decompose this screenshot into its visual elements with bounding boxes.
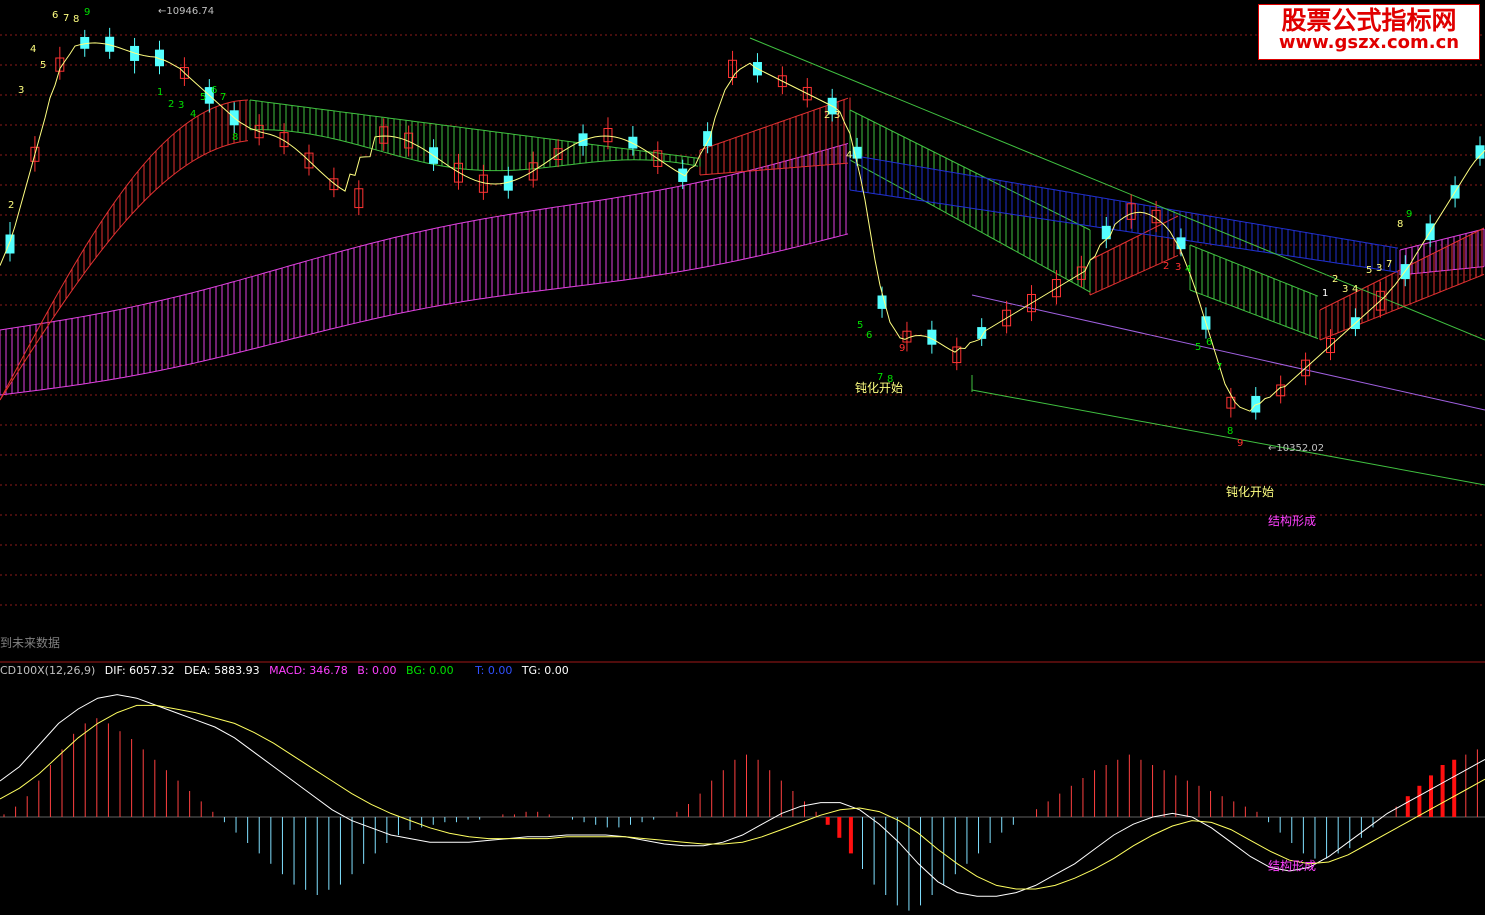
count-digit: 3 bbox=[1376, 263, 1382, 274]
price-grid bbox=[0, 34, 1485, 606]
candle-down bbox=[703, 131, 713, 147]
purple-line bbox=[971, 294, 1485, 411]
candles bbox=[5, 27, 1485, 420]
count-digit: 2 bbox=[8, 200, 14, 211]
count-digit: 4 bbox=[190, 109, 196, 120]
count-digit: 7 bbox=[1386, 259, 1392, 270]
count-digit: 5 bbox=[40, 60, 46, 71]
candle-down bbox=[1176, 237, 1186, 250]
watermark-title: 股票公式指标网 bbox=[1281, 6, 1457, 35]
candle-down bbox=[628, 136, 638, 149]
band-edge bbox=[0, 142, 849, 331]
count-digit: 2 bbox=[1332, 274, 1338, 285]
high-marker-label: ←10946.74 bbox=[158, 6, 214, 17]
magenta-band bbox=[0, 142, 849, 396]
sequence-counts: 23456 7 8912 3456782 34567 892 3 45 6789123 45 3 78… bbox=[8, 7, 1412, 449]
count-digit: 4 bbox=[1352, 284, 1358, 295]
count-digit: 9 bbox=[899, 343, 905, 354]
count-digit: 5 bbox=[1195, 342, 1201, 353]
macd-pane bbox=[0, 694, 1485, 911]
dunhua-label-1: 钝化开始 bbox=[855, 381, 903, 395]
count-digit: 3 bbox=[18, 85, 24, 96]
count-digit: 6 bbox=[1206, 337, 1212, 348]
watermark-logo: 股票公式指标网 www.gszx.com.cn bbox=[1258, 4, 1480, 60]
count-digit: 6 bbox=[866, 330, 872, 341]
band-edge bbox=[1189, 244, 1319, 297]
trend-lines bbox=[749, 37, 1485, 486]
band-edge bbox=[849, 154, 1399, 249]
band-edge bbox=[849, 189, 1399, 273]
dunhua-label-2: 钝化开始 bbox=[1226, 485, 1274, 499]
stock-chart: 23456 7 8912 3456782 34567 892 3 45 6789123 45 3 78… bbox=[0, 6, 1485, 911]
count-digit: 3 bbox=[178, 100, 184, 111]
count-digit: 5 bbox=[857, 320, 863, 331]
band-edge bbox=[249, 129, 699, 172]
count-digit: 1 bbox=[157, 87, 163, 98]
count-digit: 4 bbox=[1185, 264, 1191, 275]
count-digit: 8 bbox=[1227, 426, 1233, 437]
count-digit: 5 bbox=[200, 92, 206, 103]
macd-bg: BG: 0.00 bbox=[406, 664, 454, 677]
support-line bbox=[971, 389, 1485, 486]
count-digit: 8 bbox=[232, 132, 238, 143]
count-digit: 7 bbox=[63, 13, 69, 24]
blue-band bbox=[849, 154, 1399, 273]
count-digit: 6 bbox=[211, 85, 217, 96]
count-digit: 3 bbox=[1342, 284, 1348, 295]
count-digit: 4 bbox=[30, 44, 36, 55]
candle-down bbox=[5, 234, 15, 254]
count-digit: 7 bbox=[1216, 362, 1222, 373]
macd-value: MACD: 346.78 bbox=[269, 664, 348, 677]
count-digit: 1 bbox=[1322, 288, 1328, 299]
low-marker-label: ←10352.02 bbox=[1268, 443, 1324, 454]
band-edge bbox=[0, 140, 249, 401]
count-digit: 3 bbox=[834, 110, 840, 121]
count-digit: 9 bbox=[84, 7, 90, 18]
count-digit: 9 bbox=[1406, 209, 1412, 220]
macd-tg: TG: 0.00 bbox=[521, 664, 569, 677]
count-digit: 8 bbox=[1397, 219, 1403, 230]
structure-label-1: 结构形成 bbox=[1268, 513, 1316, 528]
macd-t: T: 0.00 bbox=[475, 664, 513, 677]
count-digit: 9 bbox=[1237, 438, 1243, 449]
macd-dea: DEA: 5883.93 bbox=[184, 664, 260, 677]
count-digit: 7 bbox=[220, 92, 226, 103]
macd-name: CD100X(12,26,9) bbox=[0, 664, 96, 677]
macd-dif: DIF: 6057.32 bbox=[104, 664, 175, 677]
count-digit: 2 bbox=[168, 99, 174, 110]
count-digit: 6 bbox=[52, 10, 58, 21]
count-digit: 5 bbox=[1366, 265, 1372, 276]
structure-label-2: 结构形成 bbox=[1268, 858, 1316, 873]
cloud-bands bbox=[0, 97, 1485, 401]
magenta-band-right bbox=[1399, 228, 1485, 276]
future-data-label: 到未来数据 bbox=[0, 636, 61, 650]
count-digit: 2 bbox=[824, 110, 830, 121]
band-edge bbox=[1189, 289, 1319, 340]
count-digit: 3 bbox=[1175, 262, 1181, 273]
candle-down bbox=[80, 36, 90, 49]
band-edge bbox=[249, 99, 699, 159]
resistance-line bbox=[749, 37, 1485, 341]
macd-b: B: 0.00 bbox=[357, 664, 397, 677]
count-digit: 8 bbox=[73, 14, 79, 25]
count-digit: 2 bbox=[1163, 261, 1169, 272]
dif-line bbox=[0, 694, 1485, 897]
count-digit: 4 bbox=[846, 150, 852, 161]
dea-line bbox=[0, 704, 1485, 890]
band-edge bbox=[0, 233, 849, 396]
macd-header: CD100X(12,26,9) DIF: 6057.32 DEA: 5883.9… bbox=[0, 664, 575, 677]
watermark-url: www.gszx.com.cn bbox=[1278, 32, 1460, 54]
